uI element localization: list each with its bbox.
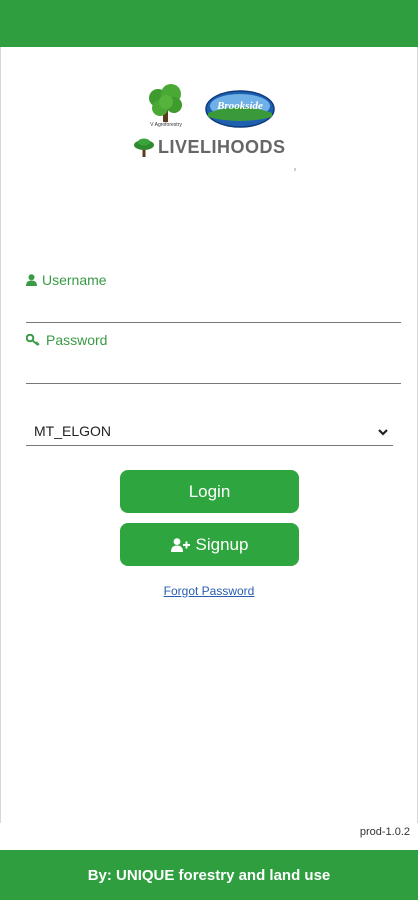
key-icon: [26, 334, 40, 346]
signup-button[interactable]: Signup: [120, 523, 299, 566]
password-underline: [26, 383, 401, 384]
signup-button-label: Signup: [195, 534, 249, 554]
username-label-text: Username: [42, 272, 107, 288]
brookside-logo: Brookside: [205, 90, 275, 128]
chevron-down-icon: [378, 429, 388, 436]
version-label: prod-1.0.2: [359, 826, 410, 838]
password-label: Password: [26, 332, 401, 348]
region-underline: [26, 445, 393, 446]
footer-text: By: UNIQUE forestry and land use: [87, 866, 331, 884]
footer-bar: By: UNIQUE forestry and land use: [0, 850, 418, 900]
forgot-password-link[interactable]: Forgot Password: [0, 584, 418, 598]
login-button-label: Login: [188, 481, 231, 501]
password-label-text: Password: [46, 332, 108, 348]
region-select[interactable]: MT_ELGON: [26, 420, 393, 446]
region-select-value: MT_ELGON: [34, 423, 112, 439]
username-label: Username: [26, 272, 401, 288]
login-button[interactable]: Login: [120, 470, 299, 513]
brand-title: LIVELIHOODS: [158, 136, 286, 157]
decorative-tick: [294, 168, 296, 171]
username-underline: [26, 322, 401, 323]
password-field: Password: [26, 332, 401, 384]
add-user-icon: [170, 537, 190, 552]
tree-icon: [134, 138, 154, 157]
username-input[interactable]: [26, 296, 401, 320]
password-input[interactable]: [26, 356, 401, 380]
username-field: Username: [26, 272, 401, 324]
user-icon: [26, 274, 37, 286]
frame-border-left: [0, 47, 1, 823]
top-bar: [0, 0, 418, 47]
agroforestry-caption: V Agroforestry: [150, 122, 182, 128]
brookside-text: Brookside: [216, 100, 263, 112]
logo-block: V Agroforestry Brookside LIVELIHOODS: [130, 80, 300, 170]
brand-row: LIVELIHOODS: [132, 135, 286, 159]
